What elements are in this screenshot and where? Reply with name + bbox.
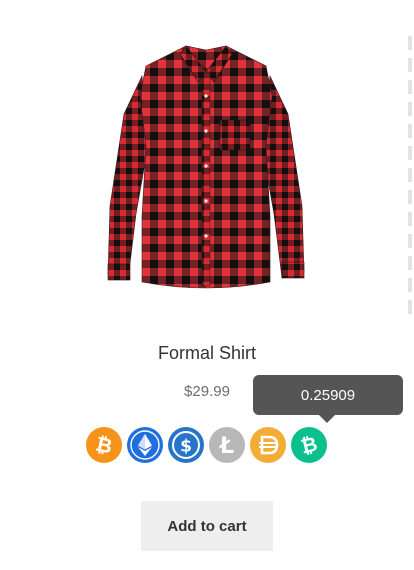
- svg-text:$: $: [180, 437, 192, 457]
- plaid-shirt-image: [107, 45, 305, 289]
- svg-text:₿: ₿: [94, 432, 115, 459]
- crypto-price-tooltip: 0.25909: [253, 375, 403, 415]
- product-title[interactable]: Formal Shirt: [0, 343, 414, 364]
- bitcoin-cash-icon[interactable]: ₿: [291, 427, 327, 463]
- adjacent-product-edge: [408, 36, 412, 316]
- usd-coin-icon[interactable]: $: [168, 427, 204, 463]
- add-to-cart-button[interactable]: Add to cart: [141, 501, 273, 551]
- litecoin-icon[interactable]: Ł: [209, 427, 245, 463]
- svg-text:Ł: Ł: [219, 434, 234, 459]
- ethereum-icon[interactable]: [127, 427, 163, 463]
- svg-text:₿: ₿: [298, 431, 320, 458]
- bitcoin-icon[interactable]: ₿: [86, 427, 122, 463]
- tooltip-arrow: [319, 415, 335, 423]
- product-image[interactable]: [102, 36, 310, 296]
- product-card: Formal Shirt $29.99 ₿ $ Ł ₿ 0.25909 Add …: [0, 0, 414, 570]
- crypto-price-icons: ₿ $ Ł ₿: [86, 427, 327, 463]
- dai-icon[interactable]: [250, 427, 286, 463]
